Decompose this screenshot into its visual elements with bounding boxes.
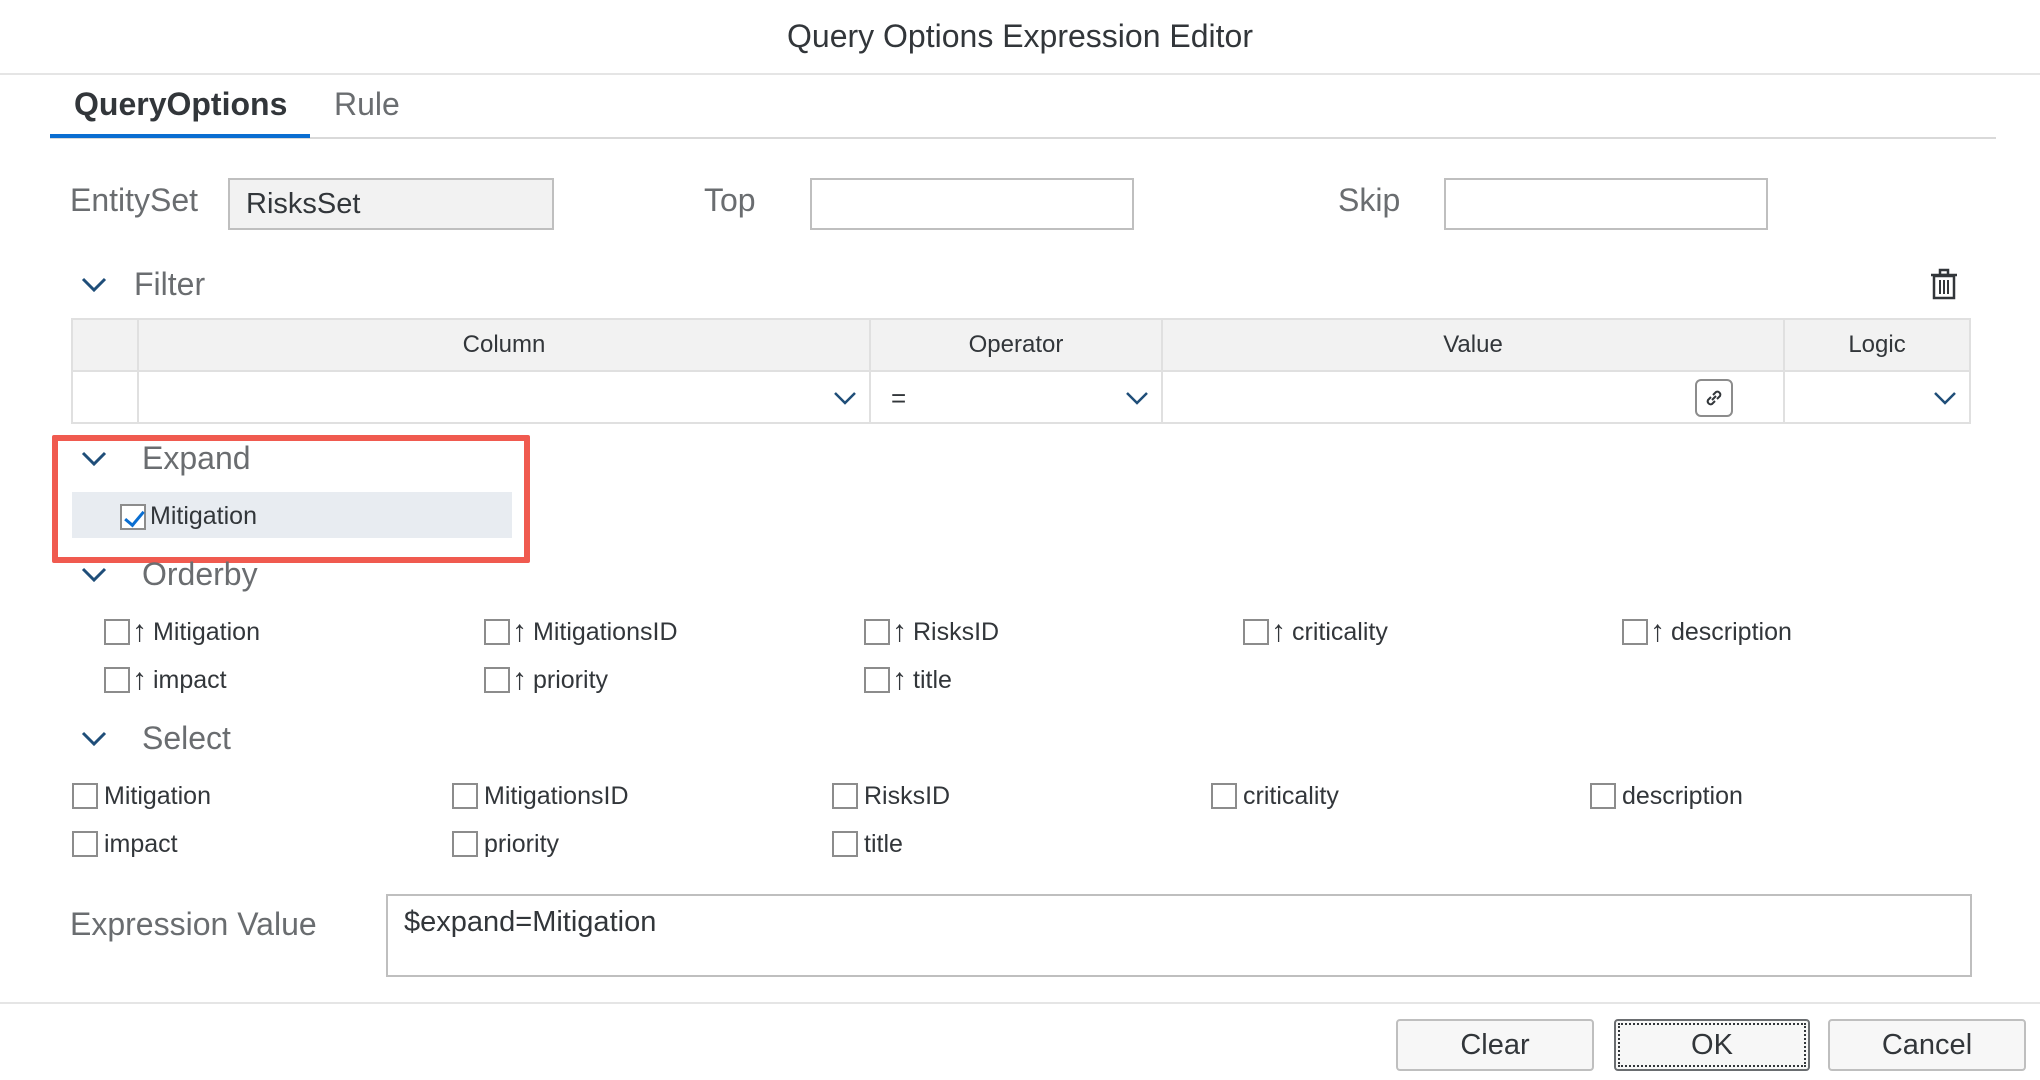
logic-select[interactable]: [1785, 372, 1969, 424]
link-icon[interactable]: [1695, 379, 1733, 417]
column-header-logic: Logic: [1785, 320, 1969, 372]
select-item-label: title: [864, 829, 903, 858]
select-item-title[interactable]: title: [832, 824, 903, 864]
column-header-value: Value: [1163, 320, 1785, 372]
cancel-button[interactable]: Cancel: [1828, 1019, 2026, 1071]
checkbox[interactable]: [1211, 783, 1237, 809]
orderby-collapse-chevron-icon[interactable]: [72, 554, 116, 594]
chevron-down-icon: [1934, 392, 1956, 405]
ok-button[interactable]: OK: [1614, 1019, 1810, 1071]
expression-value-field[interactable]: $expand=Mitigation: [386, 894, 1972, 977]
orderby-item-mitigationsid[interactable]: ↑ MitigationsID: [484, 612, 678, 652]
select-collapse-chevron-icon[interactable]: [72, 718, 116, 758]
column-header-operator: Operator: [871, 320, 1163, 372]
checkbox[interactable]: [104, 667, 130, 693]
value-field[interactable]: [1163, 372, 1785, 424]
orderby-item-priority[interactable]: ↑ priority: [484, 660, 608, 700]
row-selector-header: [73, 320, 139, 372]
orderby-section-title: Orderby: [142, 556, 258, 592]
tab-rule[interactable]: Rule: [334, 86, 400, 136]
orderby-item-label: RisksID: [913, 617, 1000, 646]
sort-ascending-icon[interactable]: ↑: [512, 617, 527, 647]
top-field[interactable]: [810, 178, 1134, 230]
checkbox[interactable]: [452, 783, 478, 809]
entityset-field[interactable]: RisksSet: [228, 178, 554, 230]
orderby-item-title[interactable]: ↑ title: [864, 660, 952, 700]
column-select[interactable]: [139, 372, 871, 424]
footer-divider: [0, 1002, 2040, 1004]
checkbox[interactable]: [484, 619, 510, 645]
checkbox[interactable]: [104, 619, 130, 645]
skip-field[interactable]: [1444, 178, 1768, 230]
checkbox[interactable]: [484, 667, 510, 693]
trash-icon[interactable]: [1926, 266, 1962, 302]
operator-select[interactable]: =: [871, 372, 1163, 424]
checkbox[interactable]: [72, 831, 98, 857]
orderby-item-label: impact: [153, 665, 227, 694]
checkbox[interactable]: [832, 783, 858, 809]
column-header-column: Column: [139, 320, 871, 372]
row-selector[interactable]: [73, 372, 139, 424]
sort-ascending-icon[interactable]: ↑: [892, 617, 907, 647]
sort-ascending-icon[interactable]: ↑: [132, 665, 147, 695]
dialog-title: Query Options Expression Editor: [0, 0, 2040, 75]
operator-select-value: =: [891, 382, 907, 413]
sort-ascending-icon[interactable]: ↑: [892, 665, 907, 695]
orderby-item-label: priority: [533, 665, 609, 694]
checkbox[interactable]: [864, 619, 890, 645]
sort-ascending-icon[interactable]: ↑: [1650, 617, 1665, 647]
select-item-label: Mitigation: [104, 781, 211, 810]
sort-ascending-icon[interactable]: ↑: [132, 617, 147, 647]
filter-table: Column Operator Value Logic =: [71, 318, 1971, 424]
checkbox[interactable]: [72, 783, 98, 809]
top-label: Top: [704, 182, 756, 218]
select-item-label: description: [1622, 781, 1743, 810]
checkbox[interactable]: [1622, 619, 1648, 645]
orderby-item-label: description: [1671, 617, 1792, 646]
select-item-label: RisksID: [864, 781, 951, 810]
entityset-label: EntitySet: [70, 182, 199, 218]
select-item-mitigationsid[interactable]: MitigationsID: [452, 776, 629, 816]
active-tab-indicator: [50, 134, 310, 138]
tab-bar-divider: [50, 137, 1996, 139]
select-item-label: impact: [104, 829, 178, 858]
chevron-down-icon: [834, 392, 856, 405]
orderby-item-label: criticality: [1292, 617, 1388, 646]
orderby-item-description[interactable]: ↑ description: [1622, 612, 1792, 652]
checkbox[interactable]: [832, 831, 858, 857]
select-item-priority[interactable]: priority: [452, 824, 559, 864]
orderby-item-label: Mitigation: [153, 617, 260, 646]
highlight-annotation: [52, 435, 530, 563]
orderby-item-impact[interactable]: ↑ impact: [104, 660, 227, 700]
chevron-down-icon: [1126, 392, 1148, 405]
orderby-item-label: MitigationsID: [533, 617, 678, 646]
filter-collapse-chevron-icon[interactable]: [72, 264, 116, 304]
select-item-criticality[interactable]: criticality: [1211, 776, 1339, 816]
checkbox[interactable]: [1590, 783, 1616, 809]
sort-ascending-icon[interactable]: ↑: [1271, 617, 1286, 647]
select-item-label: criticality: [1243, 781, 1339, 810]
tab-queryoptions[interactable]: QueryOptions: [74, 86, 287, 136]
select-item-description[interactable]: description: [1590, 776, 1743, 816]
checkbox[interactable]: [1243, 619, 1269, 645]
orderby-item-mitigation[interactable]: ↑ Mitigation: [104, 612, 260, 652]
select-item-risksid[interactable]: RisksID: [832, 776, 950, 816]
orderby-item-risksid[interactable]: ↑ RisksID: [864, 612, 999, 652]
skip-label: Skip: [1338, 182, 1401, 218]
clear-button[interactable]: Clear: [1396, 1019, 1594, 1071]
sort-ascending-icon[interactable]: ↑: [512, 665, 527, 695]
checkbox[interactable]: [864, 667, 890, 693]
expression-value-label: Expression Value: [70, 906, 317, 942]
select-section-title: Select: [142, 720, 231, 756]
select-item-mitigation[interactable]: Mitigation: [72, 776, 211, 816]
select-item-label: priority: [484, 829, 560, 858]
orderby-item-label: title: [913, 665, 952, 694]
orderby-item-criticality[interactable]: ↑ criticality: [1243, 612, 1388, 652]
checkbox[interactable]: [452, 831, 478, 857]
filter-section-title: Filter: [134, 266, 206, 302]
select-item-impact[interactable]: impact: [72, 824, 178, 864]
select-item-label: MitigationsID: [484, 781, 629, 810]
